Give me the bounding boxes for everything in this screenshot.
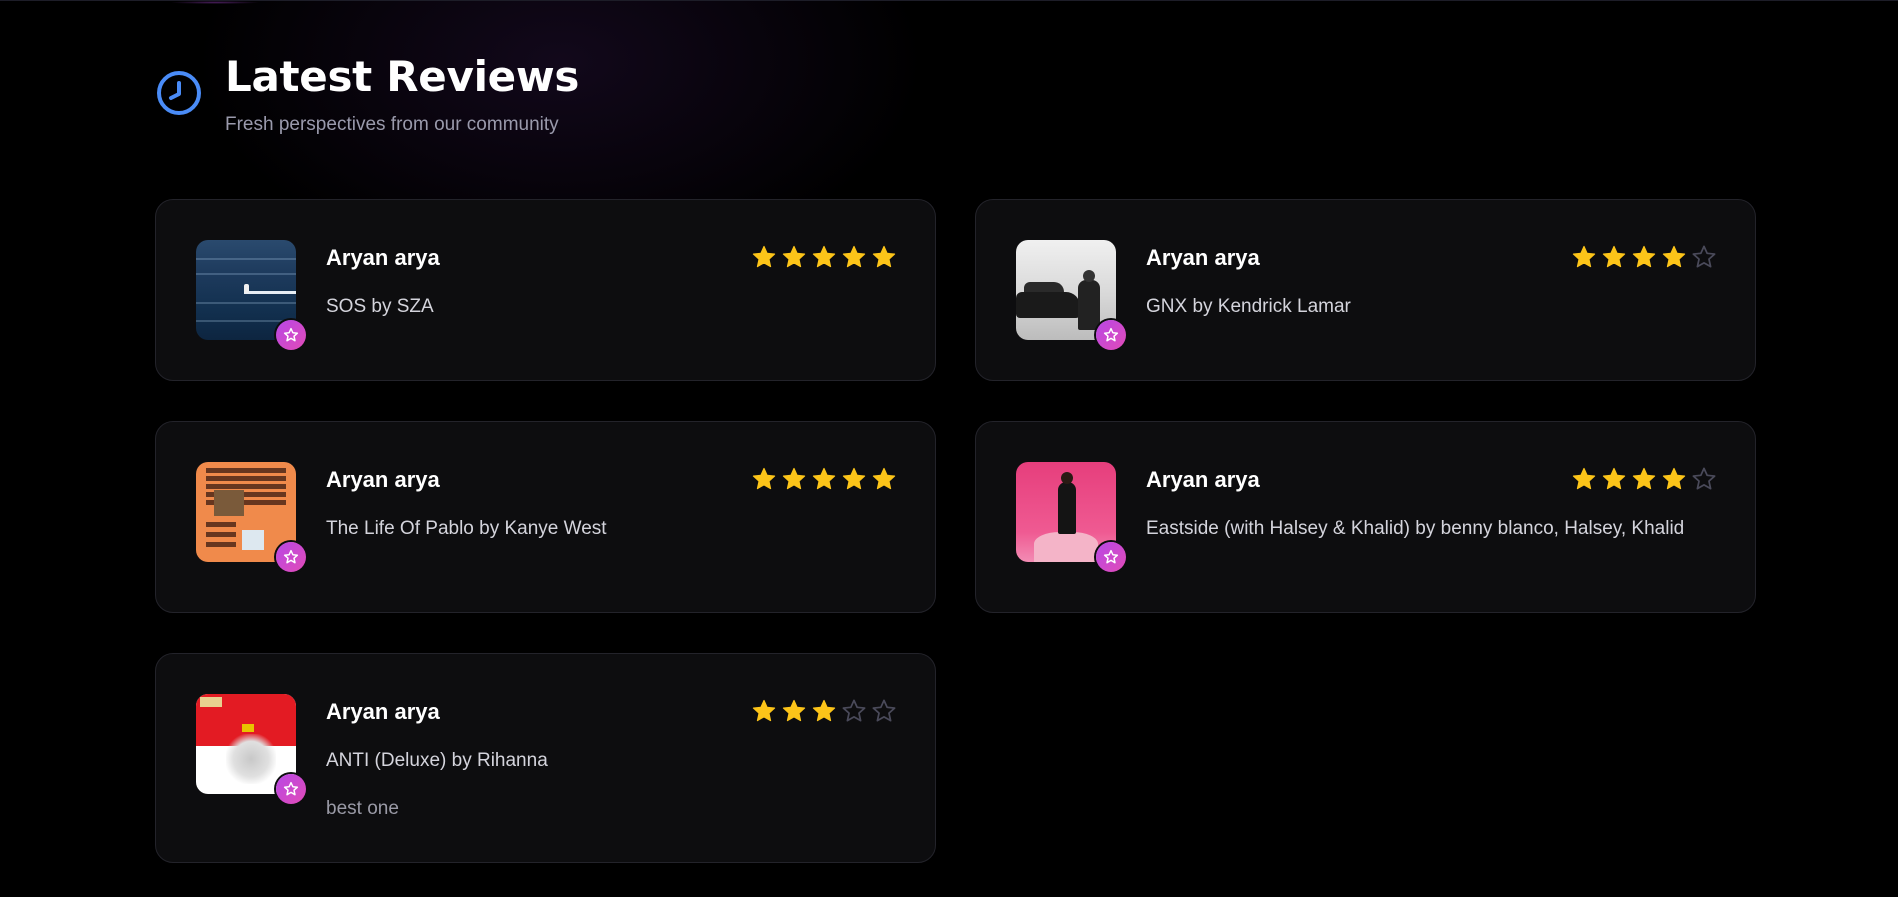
star-filled-icon <box>1632 245 1656 268</box>
star-icon <box>283 781 299 796</box>
review-card[interactable]: Aryan arya The Life Of Pablo by Kanye We… <box>155 421 936 613</box>
star-filled-icon <box>812 467 836 490</box>
album-cover-wrap[interactable] <box>1016 240 1126 350</box>
star-rating <box>751 698 897 724</box>
star-empty-icon <box>1692 245 1716 268</box>
album-cover-wrap[interactable] <box>196 240 306 350</box>
review-card[interactable]: Aryan arya ANTI (Deluxe) by Rihanna best… <box>155 653 936 863</box>
favorite-badge <box>276 542 306 572</box>
section-header: Latest Reviews Fresh perspectives from o… <box>155 51 579 137</box>
favorite-badge <box>276 320 306 350</box>
star-filled-icon <box>1572 467 1596 490</box>
album-title[interactable]: ANTI (Deluxe) by Rihanna <box>326 746 866 776</box>
album-cover-wrap[interactable] <box>196 694 306 804</box>
reviewer-name[interactable]: Aryan arya <box>1146 244 1260 272</box>
favorite-badge <box>276 774 306 804</box>
album-title[interactable]: The Life Of Pablo by Kanye West <box>326 514 866 544</box>
star-icon <box>1103 327 1119 342</box>
star-filled-icon <box>1572 245 1596 268</box>
star-empty-icon <box>872 699 896 722</box>
star-filled-icon <box>1602 467 1626 490</box>
star-empty-icon <box>842 699 866 722</box>
reviewer-name[interactable]: Aryan arya <box>326 244 440 272</box>
review-comment: best one <box>326 798 399 819</box>
favorite-badge <box>1096 320 1126 350</box>
album-cover-wrap[interactable] <box>196 462 306 572</box>
star-icon <box>283 549 299 564</box>
review-card[interactable]: Aryan arya SOS by SZA <box>155 199 936 381</box>
header-text: Latest Reviews Fresh perspectives from o… <box>225 51 579 137</box>
latest-reviews-page: Latest Reviews Fresh perspectives from o… <box>0 0 1898 897</box>
star-filled-icon <box>782 467 806 490</box>
album-title[interactable]: SOS by SZA <box>326 292 866 322</box>
star-icon <box>1103 549 1119 564</box>
star-filled-icon <box>1602 245 1626 268</box>
review-card[interactable]: Aryan arya Eastside (with Halsey & Khali… <box>975 421 1756 613</box>
clock-icon <box>157 71 201 115</box>
star-rating <box>1571 466 1717 492</box>
star-filled-icon <box>872 245 896 268</box>
star-rating <box>1571 244 1717 270</box>
star-rating <box>751 244 897 270</box>
page-title: Latest Reviews <box>225 52 580 101</box>
star-filled-icon <box>782 245 806 268</box>
star-rating <box>751 466 897 492</box>
reviewer-name[interactable]: Aryan arya <box>326 698 440 726</box>
reviewer-name[interactable]: Aryan arya <box>326 466 440 494</box>
review-card[interactable]: Aryan arya GNX by Kendrick Lamar <box>975 199 1756 381</box>
star-filled-icon <box>1662 245 1686 268</box>
star-filled-icon <box>812 245 836 268</box>
star-icon <box>283 327 299 342</box>
star-filled-icon <box>752 245 776 268</box>
album-cover-wrap[interactable] <box>1016 462 1126 572</box>
star-filled-icon <box>812 699 836 722</box>
star-filled-icon <box>782 699 806 722</box>
album-title[interactable]: GNX by Kendrick Lamar <box>1146 292 1686 322</box>
star-filled-icon <box>752 467 776 490</box>
star-filled-icon <box>872 467 896 490</box>
star-filled-icon <box>842 467 866 490</box>
favorite-badge <box>1096 542 1126 572</box>
star-filled-icon <box>752 699 776 722</box>
page-subtitle: Fresh perspectives from our community <box>225 114 559 135</box>
reviewer-name[interactable]: Aryan arya <box>1146 466 1260 494</box>
top-glow <box>170 1 260 4</box>
album-title[interactable]: Eastside (with Halsey & Khalid) by benny… <box>1146 514 1686 544</box>
star-filled-icon <box>1632 467 1656 490</box>
star-filled-icon <box>842 245 866 268</box>
star-filled-icon <box>1662 467 1686 490</box>
star-empty-icon <box>1692 467 1716 490</box>
